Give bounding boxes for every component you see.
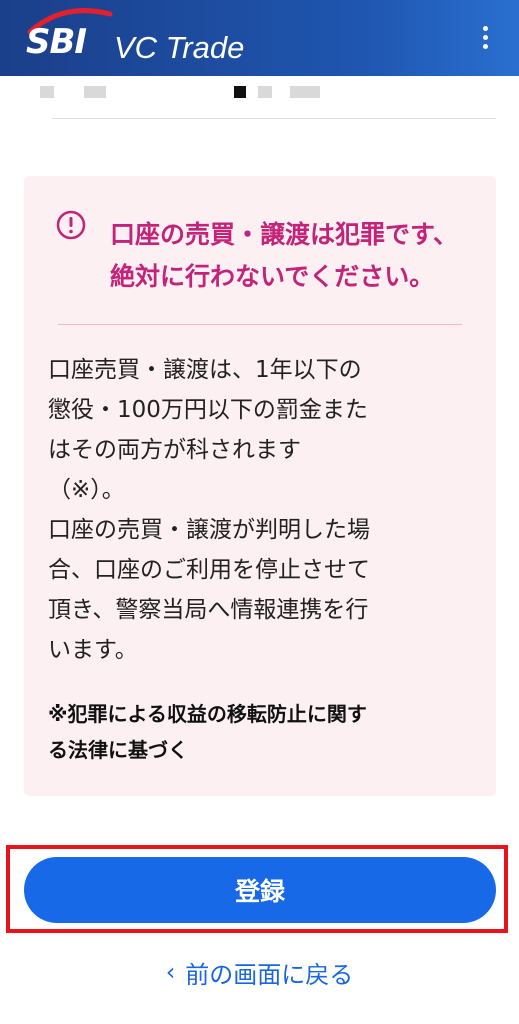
warning-divider bbox=[58, 324, 462, 325]
register-button[interactable]: 登録 bbox=[24, 857, 496, 923]
warning-box: 口座の売買・譲渡は犯罪です、 絶対に行わないでください。 口座売買・譲渡は、1年… bbox=[24, 176, 496, 796]
exclamation-circle-icon bbox=[56, 210, 86, 240]
section-divider bbox=[52, 118, 496, 119]
legal-note: ※犯罪による収益の移転防止に関す る法律に基づく bbox=[48, 702, 367, 762]
cut-off-content bbox=[0, 76, 519, 100]
app-header: SBI VC Trade bbox=[0, 0, 519, 76]
back-link-label: 前の画面に戻る bbox=[185, 960, 354, 989]
logo-text: VC Trade bbox=[114, 30, 245, 65]
warning-title: 口座の売買・譲渡は犯罪です、 絶対に行わないでください。 bbox=[110, 220, 459, 291]
back-link[interactable]: ‹ 前の画面に戻る bbox=[0, 950, 519, 994]
logo-sbi: SBI bbox=[26, 22, 87, 62]
chevron-left-icon: ‹ bbox=[165, 958, 176, 986]
warning-body: 口座売買・譲渡は、1年以下の 懲役・100万円以下の罰金また はその両方が科され… bbox=[48, 357, 370, 663]
kebab-menu-icon[interactable] bbox=[470, 20, 500, 54]
